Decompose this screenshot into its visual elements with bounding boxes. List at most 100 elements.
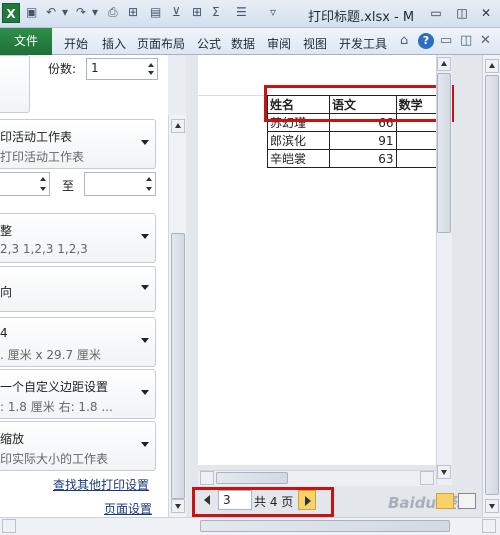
align-icon[interactable]: ☰ xyxy=(236,5,247,19)
arrow-down-icon xyxy=(175,504,181,509)
chevron-down-icon xyxy=(141,285,149,290)
tab-file[interactable]: 文件 xyxy=(0,28,52,55)
restore-icon[interactable]: ◫ xyxy=(454,5,470,21)
scrollbar-thumb[interactable] xyxy=(216,472,288,484)
preview-horizontal-scrollbar[interactable] xyxy=(198,470,436,486)
customize-icon[interactable]: ▿ xyxy=(270,5,276,19)
scroll-right-button[interactable] xyxy=(482,519,496,533)
print-preview-area: 姓名 语文 数学 苏幻瑾 66 郎滨化 91 辛皑裳 63 3 共 4 页 Ba… xyxy=(186,55,482,517)
collapse-ribbon-icon[interactable]: ⌂ xyxy=(400,33,408,48)
paper-size-dropdown[interactable]: 4 . 厘米 x 29.7 厘米 xyxy=(0,317,156,367)
show-margins-button[interactable] xyxy=(436,493,454,509)
orientation-dropdown[interactable]: 向 xyxy=(0,266,156,312)
chevron-down-icon xyxy=(141,390,149,395)
undo-icon[interactable]: ↶ xyxy=(46,5,56,19)
stepper-down-icon[interactable] xyxy=(40,187,46,191)
scroll-up-button[interactable] xyxy=(171,119,185,133)
tab-home[interactable]: 开始 xyxy=(64,35,88,52)
preview-vertical-scrollbar[interactable] xyxy=(436,55,452,485)
page-nav-highlight xyxy=(192,487,334,517)
filter-icon[interactable]: ⊻ xyxy=(172,5,181,19)
scroll-up-button[interactable] xyxy=(485,59,499,73)
pages-from-field[interactable] xyxy=(0,172,50,196)
app-letter: X xyxy=(6,7,16,21)
scrollbar-thumb[interactable] xyxy=(437,73,451,233)
borders-icon[interactable]: ⊞ xyxy=(128,5,138,19)
print-button[interactable] xyxy=(0,55,30,113)
help-icon[interactable]: ? xyxy=(418,33,434,49)
chevron-down-icon xyxy=(141,234,149,239)
collate-dropdown[interactable]: 整 2,3 1,2,3 1,2,3 xyxy=(0,213,156,263)
arrow-down-icon xyxy=(489,504,495,509)
copies-stepper[interactable]: 1 xyxy=(86,58,158,80)
close-workbook-icon[interactable]: ✕ xyxy=(480,33,491,48)
excel-logo-icon[interactable]: X xyxy=(2,3,20,23)
print-what-title: 印活动工作表 xyxy=(0,130,73,144)
window-vertical-scrollbar[interactable] xyxy=(482,55,500,517)
window-horizontal-scrollbar[interactable] xyxy=(0,517,500,535)
stepper-up-icon[interactable] xyxy=(40,177,46,181)
tab-formulas[interactable]: 公式 xyxy=(197,35,221,52)
scrollbar-thumb[interactable] xyxy=(200,520,450,532)
table-icon[interactable]: ⊞ xyxy=(192,5,202,19)
undo-dropdown-icon[interactable]: ▾ xyxy=(62,5,68,19)
collate-title: 整 xyxy=(0,224,13,238)
save-icon[interactable]: ▣ xyxy=(26,5,37,19)
table-row: 郎滨化 91 xyxy=(266,131,444,150)
page-setup-link[interactable]: 页面设置 xyxy=(104,500,152,517)
margins-dropdown[interactable]: 一个自定义边距设置 : 1.8 厘米 右: 1.8 ... xyxy=(0,369,156,419)
restore-workbook-icon[interactable]: ◫ xyxy=(460,33,472,48)
orientation-title: 向 xyxy=(0,285,13,299)
tab-review[interactable]: 审阅 xyxy=(267,35,291,52)
arrow-down-icon xyxy=(441,470,447,475)
scroll-left-button[interactable] xyxy=(200,471,214,485)
stepper-up-icon[interactable] xyxy=(146,177,152,181)
scrollbar-thumb[interactable] xyxy=(485,75,499,495)
freeze-icon[interactable]: ▤ xyxy=(150,5,161,19)
print-preview-icon[interactable]: ⎙ xyxy=(108,5,118,20)
scaling-dropdown[interactable]: 缩放 印实际大小的工作表 xyxy=(0,421,156,471)
name-cell: 辛皑裳 xyxy=(266,149,331,168)
tab-page-layout[interactable]: 页面布局 xyxy=(137,35,185,52)
tab-insert[interactable]: 插入 xyxy=(102,35,126,52)
close-icon[interactable]: ✕ xyxy=(478,5,494,21)
scroll-down-button[interactable] xyxy=(485,499,499,513)
scroll-down-button[interactable] xyxy=(437,465,451,479)
tab-view[interactable]: 视图 xyxy=(303,35,327,52)
stepper-down-icon[interactable] xyxy=(148,71,154,75)
scroll-down-button[interactable] xyxy=(171,499,185,513)
score-cell: 91 xyxy=(329,131,397,150)
arrow-up-icon xyxy=(489,63,495,68)
scroll-up-button[interactable] xyxy=(437,57,451,71)
minimize-icon[interactable]: ▭ xyxy=(428,5,444,21)
chevron-down-icon xyxy=(141,338,149,343)
stepper-up-icon[interactable] xyxy=(148,63,154,67)
sum-icon[interactable]: Σ xyxy=(212,5,220,19)
scrollbar-thumb[interactable] xyxy=(171,233,185,499)
table-row: 辛皑裳 63 xyxy=(266,149,444,168)
scroll-left-button[interactable] xyxy=(2,519,16,533)
scroll-right-button[interactable] xyxy=(420,471,434,485)
arrow-up-icon xyxy=(175,123,181,128)
zoom-to-page-button[interactable] xyxy=(458,493,476,509)
page-navigation-bar: 3 共 4 页 Baidu 经验 xyxy=(186,486,482,517)
stepper-down-icon[interactable] xyxy=(146,187,152,191)
redo-dropdown-icon[interactable]: ▾ xyxy=(92,5,98,19)
paper-size-title: 4 xyxy=(0,326,8,340)
chevron-down-icon xyxy=(141,442,149,447)
tab-developer[interactable]: 开发工具 xyxy=(339,35,387,52)
ribbon-tab-bar: 文件 开始 插入 页面布局 公式 数据 审阅 视图 开发工具 ⌂ ? ▭ ◫ ✕ xyxy=(0,28,500,55)
print-what-sub: 打印活动工作表 xyxy=(0,150,85,164)
print-what-dropdown[interactable]: 印活动工作表 打印活动工作表 xyxy=(0,119,156,169)
copies-value: 1 xyxy=(91,61,99,75)
settings-scrollbar[interactable] xyxy=(168,115,186,517)
window-title: 打印标题.xlsx - M xyxy=(308,10,415,25)
paper-size-sub: . 厘米 x 29.7 厘米 xyxy=(0,348,101,362)
tab-data[interactable]: 数据 xyxy=(231,35,255,52)
redo-icon[interactable]: ↷ xyxy=(76,5,86,19)
chevron-down-icon xyxy=(141,140,149,145)
minimize-workbook-icon[interactable]: ▭ xyxy=(440,33,452,48)
pages-to-field[interactable] xyxy=(84,172,156,196)
more-print-settings-link[interactable]: 查找其他打印设置 xyxy=(53,476,149,493)
name-cell: 郎滨化 xyxy=(266,131,331,150)
